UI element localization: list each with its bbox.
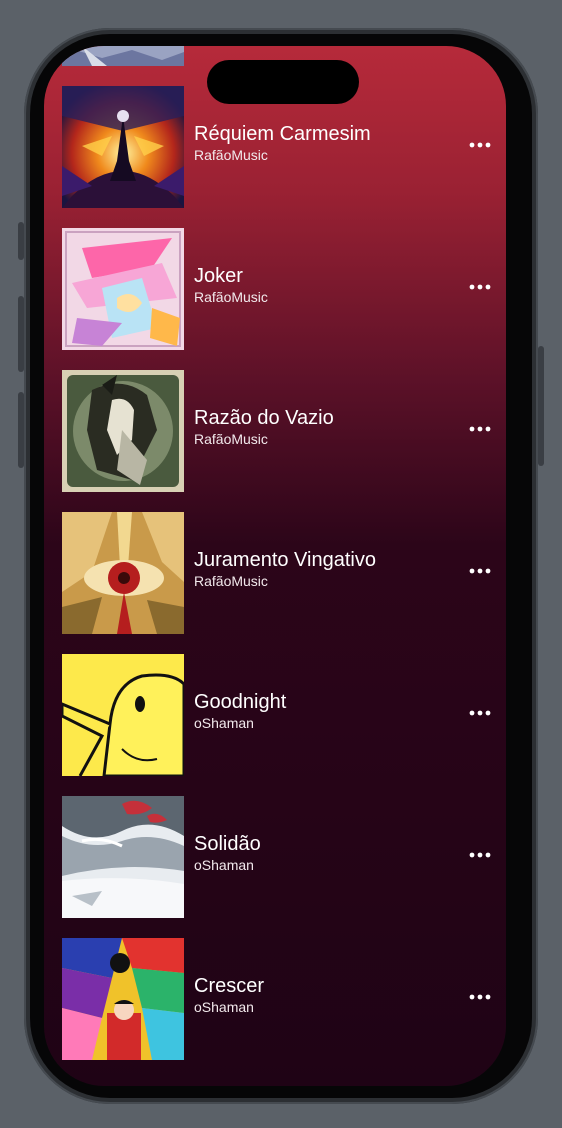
more-options-button[interactable]	[460, 414, 500, 444]
solidao-cover-art	[62, 796, 184, 918]
list-item[interactable]: Solidão oShaman	[62, 796, 502, 918]
ellipsis-icon	[469, 568, 491, 574]
ellipsis-icon	[469, 284, 491, 290]
more-options-button[interactable]	[460, 982, 500, 1012]
razao-cover-art	[62, 370, 184, 492]
song-meta: Goodnight oShaman	[194, 690, 460, 732]
song-meta: Crescer oShaman	[194, 974, 460, 1016]
list-item[interactable]: Réquiem Carmesim RafãoMusic	[62, 86, 502, 208]
song-meta: Solidão oShaman	[194, 832, 460, 874]
partial-cover-bottom	[62, 1080, 184, 1086]
song-title: Solidão	[194, 833, 261, 855]
goodnight-bird-cover-art	[62, 654, 184, 776]
song-artist: RafãoMusic	[194, 147, 268, 163]
volume-up-button	[18, 296, 24, 372]
requiem-cover-art	[62, 86, 184, 208]
song-meta: Joker RafãoMusic	[194, 264, 460, 306]
more-options-button[interactable]	[460, 840, 500, 870]
song-title: Juramento Vingativo	[194, 549, 376, 571]
song-artist: RafãoMusic	[194, 573, 268, 589]
song-title: Réquiem Carmesim	[194, 123, 371, 145]
song-title: Crescer	[194, 975, 265, 997]
more-options-button[interactable]	[460, 698, 500, 728]
more-options-button[interactable]	[460, 130, 500, 160]
ellipsis-icon	[469, 426, 491, 432]
more-options-button[interactable]	[460, 272, 500, 302]
ellipsis-icon	[469, 142, 491, 148]
partial-cover-top	[62, 46, 184, 66]
joker-cover-art	[62, 228, 184, 350]
power-button	[538, 346, 544, 466]
song-meta: Razão do Vazio RafãoMusic	[194, 406, 460, 448]
song-artist: RafãoMusic	[194, 431, 268, 447]
action-button	[18, 222, 24, 260]
phone-frame: Réquiem Carmesim RafãoMusic Joker RafãoM…	[18, 28, 544, 1104]
song-artist: oShaman	[194, 857, 254, 873]
dynamic-island	[207, 60, 359, 104]
more-options-button[interactable]	[460, 556, 500, 586]
ellipsis-icon	[469, 852, 491, 858]
song-title: Goodnight	[194, 691, 287, 713]
screen: Réquiem Carmesim RafãoMusic Joker RafãoM…	[44, 46, 506, 1086]
song-artist: oShaman	[194, 999, 254, 1015]
song-list[interactable]: Réquiem Carmesim RafãoMusic Joker RafãoM…	[44, 46, 506, 1086]
list-item[interactable]: Goodnight oShaman	[62, 654, 502, 776]
volume-down-button	[18, 392, 24, 468]
ellipsis-icon	[469, 710, 491, 716]
song-artist: oShaman	[194, 715, 254, 731]
song-meta: Réquiem Carmesim RafãoMusic	[194, 122, 460, 164]
song-title: Razão do Vazio	[194, 407, 334, 429]
juramento-cover-art	[62, 512, 184, 634]
list-item[interactable]: Juramento Vingativo RafãoMusic	[62, 512, 502, 634]
song-title: Joker	[194, 265, 243, 287]
ellipsis-icon	[469, 994, 491, 1000]
song-artist: RafãoMusic	[194, 289, 268, 305]
song-meta: Juramento Vingativo RafãoMusic	[194, 548, 460, 590]
list-item[interactable]: Razão do Vazio RafãoMusic	[62, 370, 502, 492]
list-item[interactable]: Crescer oShaman	[62, 938, 502, 1060]
list-item[interactable]: Joker RafãoMusic	[62, 228, 502, 350]
crescer-cover-art	[62, 938, 184, 1060]
